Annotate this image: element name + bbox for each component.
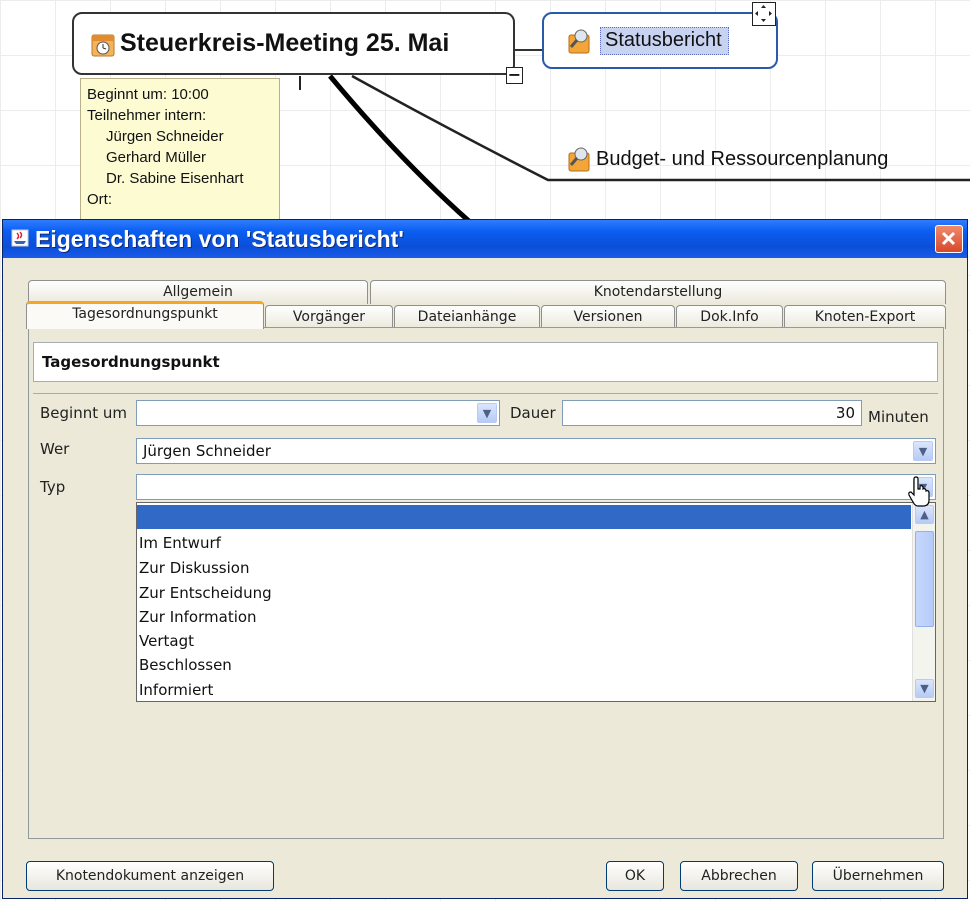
dropdown-option[interactable]: Im Entwurf xyxy=(137,531,911,555)
dropdown-option[interactable] xyxy=(137,505,911,529)
tab-versionen[interactable]: Versionen xyxy=(541,305,675,329)
main-node-label: Steuerkreis-Meeting 25. Mai xyxy=(120,29,450,57)
dialog-titlebar[interactable]: Eigenschaften von 'Statusbericht' xyxy=(3,220,967,258)
dauer-input[interactable]: 30 xyxy=(562,400,862,426)
tab-knoten-export[interactable]: Knoten-Export xyxy=(784,305,946,329)
mindmap-node-statusbericht[interactable]: Statusbericht xyxy=(542,12,778,69)
tab-tagesordnungspunkt[interactable]: Tagesordnungspunkt xyxy=(26,301,264,329)
chevron-down-icon[interactable]: ▼ xyxy=(913,441,933,461)
section-title: Tagesordnungspunkt xyxy=(33,342,938,382)
dropdown-option[interactable]: Zur Diskussion xyxy=(137,556,911,580)
dialog-title: Eigenschaften von 'Statusbericht' xyxy=(35,225,404,252)
topic-icon xyxy=(566,145,592,173)
mindmap-node-budget[interactable]: Budget- und Ressourcenplanung xyxy=(566,145,888,173)
note-participant: Gerhard Müller xyxy=(106,149,207,166)
node-note: Beginnt um: 10:00 Teilnehmer intern: Jür… xyxy=(80,78,280,224)
typ-label: Typ xyxy=(40,478,66,496)
show-node-document-button[interactable]: Knotendokument anzeigen xyxy=(26,861,274,891)
tab-dokinfo[interactable]: Dok.Info xyxy=(676,305,783,329)
note-participant: Dr. Sabine Eisenhart xyxy=(106,170,244,187)
mindmap-node-main[interactable]: Steuerkreis-Meeting 25. Mai xyxy=(72,12,515,75)
note-participant: Jürgen Schneider xyxy=(106,128,224,145)
dauer-label: Dauer xyxy=(510,404,556,422)
note-line: Beginnt um: 10:00 xyxy=(87,86,209,103)
collapse-toggle[interactable]: − xyxy=(506,67,523,84)
dropdown-option[interactable]: Zur Information xyxy=(137,605,911,629)
scroll-down-icon[interactable]: ▼ xyxy=(915,679,934,698)
wer-value: Jürgen Schneider xyxy=(143,442,271,460)
close-icon[interactable] xyxy=(935,225,963,253)
dropdown-option[interactable]: Beschlossen xyxy=(137,653,911,677)
budget-node-label: Budget- und Ressourcenplanung xyxy=(596,147,889,170)
dauer-unit: Minuten xyxy=(868,408,929,426)
beginnt-label: Beginnt um xyxy=(40,404,127,422)
wer-select[interactable]: Jürgen Schneider ▼ xyxy=(136,438,936,464)
chevron-down-icon[interactable]: ▼ xyxy=(477,403,497,423)
scrollbar-thumb[interactable] xyxy=(915,531,934,627)
beginnt-select[interactable]: ▼ xyxy=(136,400,500,426)
apply-button[interactable]: Übernehmen xyxy=(812,861,944,891)
hand-cursor-icon xyxy=(906,476,932,512)
cancel-button[interactable]: Abbrechen xyxy=(680,861,798,891)
wer-label: Wer xyxy=(40,440,70,458)
typ-dropdown-list[interactable]: Im Entwurf Zur Diskussion Zur Entscheidu… xyxy=(136,502,936,702)
note-line: Teilnehmer intern: xyxy=(87,107,207,124)
status-node-label: Statusbericht xyxy=(600,26,729,55)
tab-knotendarstellung[interactable]: Knotendarstellung xyxy=(370,280,946,304)
note-line: Ort: xyxy=(87,191,112,208)
java-app-icon xyxy=(11,226,29,253)
dropdown-option[interactable]: Zur Entscheidung xyxy=(137,581,911,605)
section-divider xyxy=(33,393,938,394)
typ-select[interactable]: ▼ xyxy=(136,474,936,500)
tab-vorgaenger[interactable]: Vorgänger xyxy=(265,305,393,329)
dropdown-option[interactable]: Vertagt xyxy=(137,629,911,653)
move-handle-icon[interactable] xyxy=(752,2,776,26)
dropdown-scrollbar[interactable]: ▲ ▼ xyxy=(912,503,935,701)
topic-icon xyxy=(566,27,592,55)
tab-dateianhaenge[interactable]: Dateianhänge xyxy=(394,305,540,329)
ok-button[interactable]: OK xyxy=(606,861,664,891)
clock-calendar-icon xyxy=(90,30,116,58)
dropdown-option[interactable]: Informiert xyxy=(137,678,911,701)
